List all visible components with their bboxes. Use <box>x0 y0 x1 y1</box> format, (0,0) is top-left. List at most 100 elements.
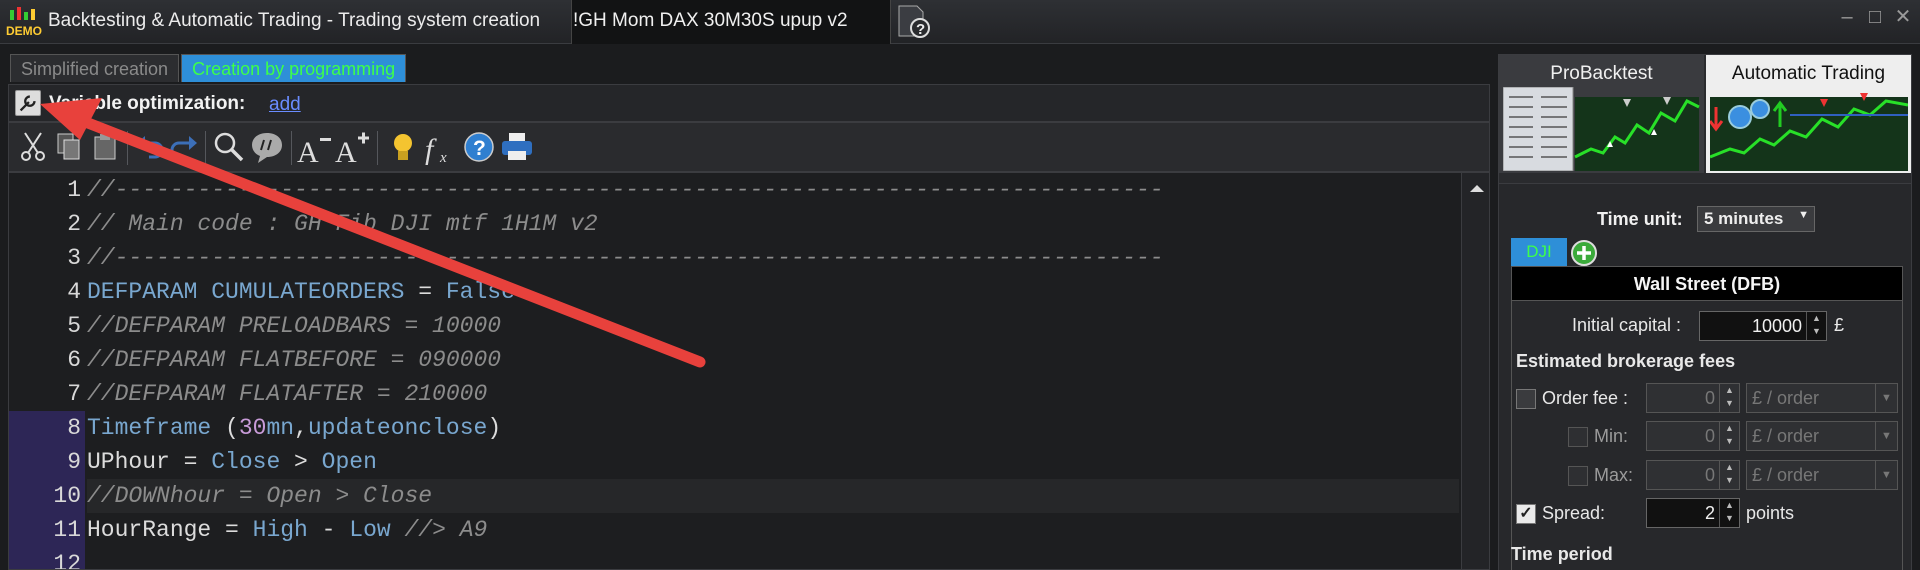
code-token: //--------------------------------------… <box>87 177 1164 203</box>
min-fee-checkbox[interactable] <box>1568 427 1588 447</box>
comment-icon[interactable] <box>249 129 285 165</box>
code-line[interactable]: 7//DEFPARAM FLATAFTER = 210000 <box>9 377 1459 411</box>
title-bar: DEMO Backtesting & Automatic Trading - T… <box>0 0 1920 44</box>
capital-currency: £ <box>1834 315 1845 335</box>
undo-icon[interactable] <box>133 129 169 165</box>
initial-capital-value: 10000 <box>1751 316 1802 336</box>
initial-capital-input[interactable]: 10000 ▲ ▼ <box>1699 311 1827 341</box>
copy-icon[interactable] <box>51 129 87 165</box>
tab-creation-by-programming[interactable]: Creation by programming <box>181 54 407 82</box>
min-fee-value: 0 <box>1704 426 1715 446</box>
wrench-icon[interactable] <box>15 90 41 116</box>
code-text: UPhour = Close > Open <box>87 445 377 479</box>
code-token: High <box>252 517 308 543</box>
tab-simplified-creation[interactable]: Simplified creation <box>10 54 180 82</box>
code-token: DEFPARAM CUMULATEORDERS <box>87 279 405 305</box>
time-unit-label: Time unit: <box>1597 209 1683 229</box>
spread-input[interactable]: 2 ▲ ▼ <box>1646 498 1740 528</box>
max-fee-input[interactable]: 0 ▲ ▼ <box>1646 460 1740 490</box>
order-fee-input[interactable]: 0 ▲ ▼ <box>1646 383 1740 413</box>
creation-mode-tabs: Simplified creation Creation by programm… <box>10 54 407 82</box>
spread-checkbox[interactable]: ✓ <box>1516 504 1536 524</box>
code-token: HourRange = <box>87 517 253 543</box>
code-line[interactable]: 10//DOWNhour = Open > Close <box>9 479 1459 513</box>
code-text: HourRange = High - Low //> A9 <box>87 513 487 547</box>
max-fee-unit-select[interactable]: £ / order ▼ <box>1746 460 1898 490</box>
close-icon[interactable]: ✕ <box>1894 7 1912 27</box>
stepper-arrows-icon[interactable]: ▲ ▼ <box>1806 312 1826 340</box>
code-line[interactable]: 8 Timeframe (30mn,updateonclose) <box>9 411 1459 445</box>
demo-logo-icon: DEMO <box>6 7 42 38</box>
order-fee-checkbox[interactable] <box>1516 389 1536 409</box>
backtest-settings: Time unit: 5 minutes ▼ DJI Wall Street (… <box>1499 183 1911 570</box>
line-number: 2 <box>67 211 81 237</box>
spread-unit: points <box>1746 503 1795 523</box>
maximize-icon[interactable]: □ <box>1866 7 1884 27</box>
instrument-name: Wall Street (DFB) <box>1512 267 1902 301</box>
cut-icon[interactable] <box>15 129 51 165</box>
system-tab[interactable]: !GH Mom DAX 30M30S upup v2 <box>571 0 891 44</box>
min-fee-input[interactable]: 0 ▲ ▼ <box>1646 421 1740 451</box>
code-line[interactable]: 3//-------------------------------------… <box>9 241 1459 275</box>
font-decrease-icon[interactable]: A <box>297 129 333 165</box>
window-controls: – □ ✕ <box>1838 7 1912 27</box>
chevron-down-icon: ▼ <box>1875 384 1897 412</box>
add-variable-link[interactable]: add <box>269 94 301 116</box>
scroll-up-icon[interactable] <box>1463 179 1490 199</box>
max-fee-label: Max: <box>1594 465 1634 485</box>
backtest-panel: ProBacktest Automatic Trading Time unit:… <box>1498 54 1912 570</box>
search-icon[interactable] <box>211 129 247 165</box>
help-icon[interactable]: ? <box>461 129 497 165</box>
stepper-arrows-icon[interactable]: ▲ ▼ <box>1719 461 1739 489</box>
code-token: False <box>445 279 515 305</box>
max-fee-checkbox[interactable] <box>1568 466 1588 486</box>
toolbar-separator <box>127 131 128 165</box>
stepper-arrows-icon[interactable]: ▲ ▼ <box>1719 384 1739 412</box>
min-fee-unit-select[interactable]: £ / order ▼ <box>1746 421 1898 451</box>
code-line[interactable]: 9 UPhour = Close > Open <box>9 445 1459 479</box>
svg-text:?: ? <box>473 137 486 160</box>
code-token: //--------------------------------------… <box>87 245 1164 271</box>
minimize-icon[interactable]: – <box>1838 7 1856 27</box>
code-line[interactable]: 5//DEFPARAM PRELOADBARS = 10000 <box>9 309 1459 343</box>
code-token: Low <box>349 517 391 543</box>
probacktest-label: ProBacktest <box>1550 63 1653 84</box>
variable-optimization-label: Variable optimization: <box>49 93 246 114</box>
code-line[interactable]: 2// Main code : GH Fib DJI mtf 1H1M v2 <box>9 207 1459 241</box>
code-line[interactable]: 11 HourRange = High - Low //> A9 <box>9 513 1459 547</box>
line-number: 3 <box>67 245 81 271</box>
spread-label: Spread: <box>1542 503 1606 523</box>
code-token: //> A9 <box>390 517 488 543</box>
vertical-scrollbar[interactable] <box>1461 173 1490 569</box>
svg-text:A: A <box>297 136 319 165</box>
chevron-down-icon: ▼ <box>1875 422 1897 450</box>
stepper-arrows-icon[interactable]: ▲ ▼ <box>1719 422 1739 450</box>
function-icon[interactable]: fx <box>423 129 459 165</box>
instrument-tab[interactable]: DJI <box>1511 238 1567 266</box>
svg-text:f: f <box>425 133 437 165</box>
automatic-trading-chart-icon <box>1710 93 1908 171</box>
code-text: //--------------------------------------… <box>87 173 1164 207</box>
stepper-arrows-icon[interactable]: ▲ ▼ <box>1719 499 1739 527</box>
code-editor[interactable]: 1//-------------------------------------… <box>8 172 1490 570</box>
code-token: //DEFPARAM PRELOADBARS = 10000 <box>87 313 502 339</box>
order-fee-unit-select[interactable]: £ / order ▼ <box>1746 383 1898 413</box>
paste-icon[interactable] <box>87 129 123 165</box>
code-text: // Main code : GH Fib DJI mtf 1H1M v2 <box>87 207 598 241</box>
automatic-trading-mode[interactable]: Automatic Trading <box>1706 55 1911 173</box>
font-increase-icon[interactable]: A <box>335 129 371 165</box>
add-instrument-icon[interactable] <box>1571 240 1597 266</box>
code-line[interactable]: 6//DEFPARAM FLATBEFORE = 090000 <box>9 343 1459 377</box>
help-document-icon[interactable]: ? <box>895 4 933 40</box>
code-line[interactable]: 4 DEFPARAM CUMULATEORDERS = False <box>9 275 1459 309</box>
probacktest-mode[interactable]: ProBacktest <box>1499 55 1704 173</box>
code-token: Timeframe <box>87 415 212 441</box>
lightbulb-icon[interactable] <box>385 129 421 165</box>
print-icon[interactable] <box>499 129 535 165</box>
time-unit-select[interactable]: 5 minutes ▼ <box>1697 206 1815 232</box>
code-line[interactable]: 1//-------------------------------------… <box>9 173 1459 207</box>
code-token: mn <box>266 415 295 441</box>
line-number: 5 <box>67 313 81 339</box>
redo-icon[interactable] <box>165 129 201 165</box>
code-line[interactable]: 12 <box>9 547 1459 569</box>
